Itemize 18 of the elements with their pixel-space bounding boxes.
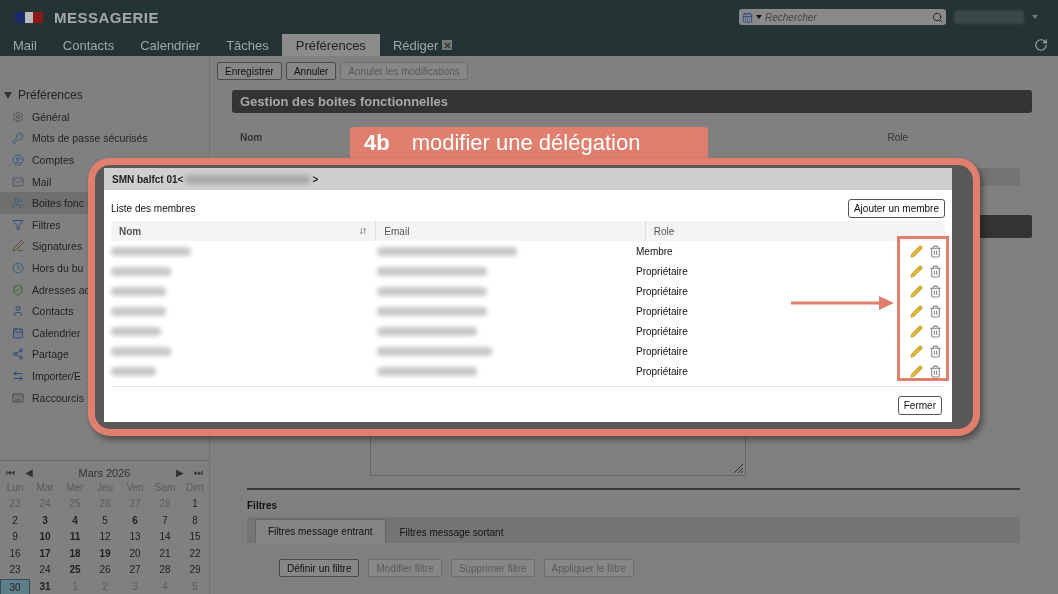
step-number: 4b xyxy=(364,129,390,156)
dialog-title: > xyxy=(312,173,319,185)
table-cell: Membre xyxy=(636,245,673,257)
step-caption: modifier une délégation xyxy=(411,129,641,156)
table-cell: Propriétaire xyxy=(636,365,688,377)
table-cell: Propriétaire xyxy=(636,265,688,277)
section-title: Filtres xyxy=(247,500,278,511)
month-title: Mars 2026 xyxy=(78,466,131,479)
table-cell: Propriétaire xyxy=(636,305,688,317)
section-header: Gestion des boites fonctionnelles xyxy=(232,90,1032,113)
list-label: Liste des membres xyxy=(111,202,196,214)
table-cell: Propriétaire xyxy=(636,285,688,297)
table-cell: Propriétaire xyxy=(636,345,688,357)
app-title: MESSAGERIE xyxy=(54,8,160,26)
column-header: Nom xyxy=(240,132,263,143)
table-cell: Propriétaire xyxy=(636,325,688,337)
dialog-title: SMN balfct 01< xyxy=(112,173,184,185)
column-header: Role xyxy=(887,132,908,143)
